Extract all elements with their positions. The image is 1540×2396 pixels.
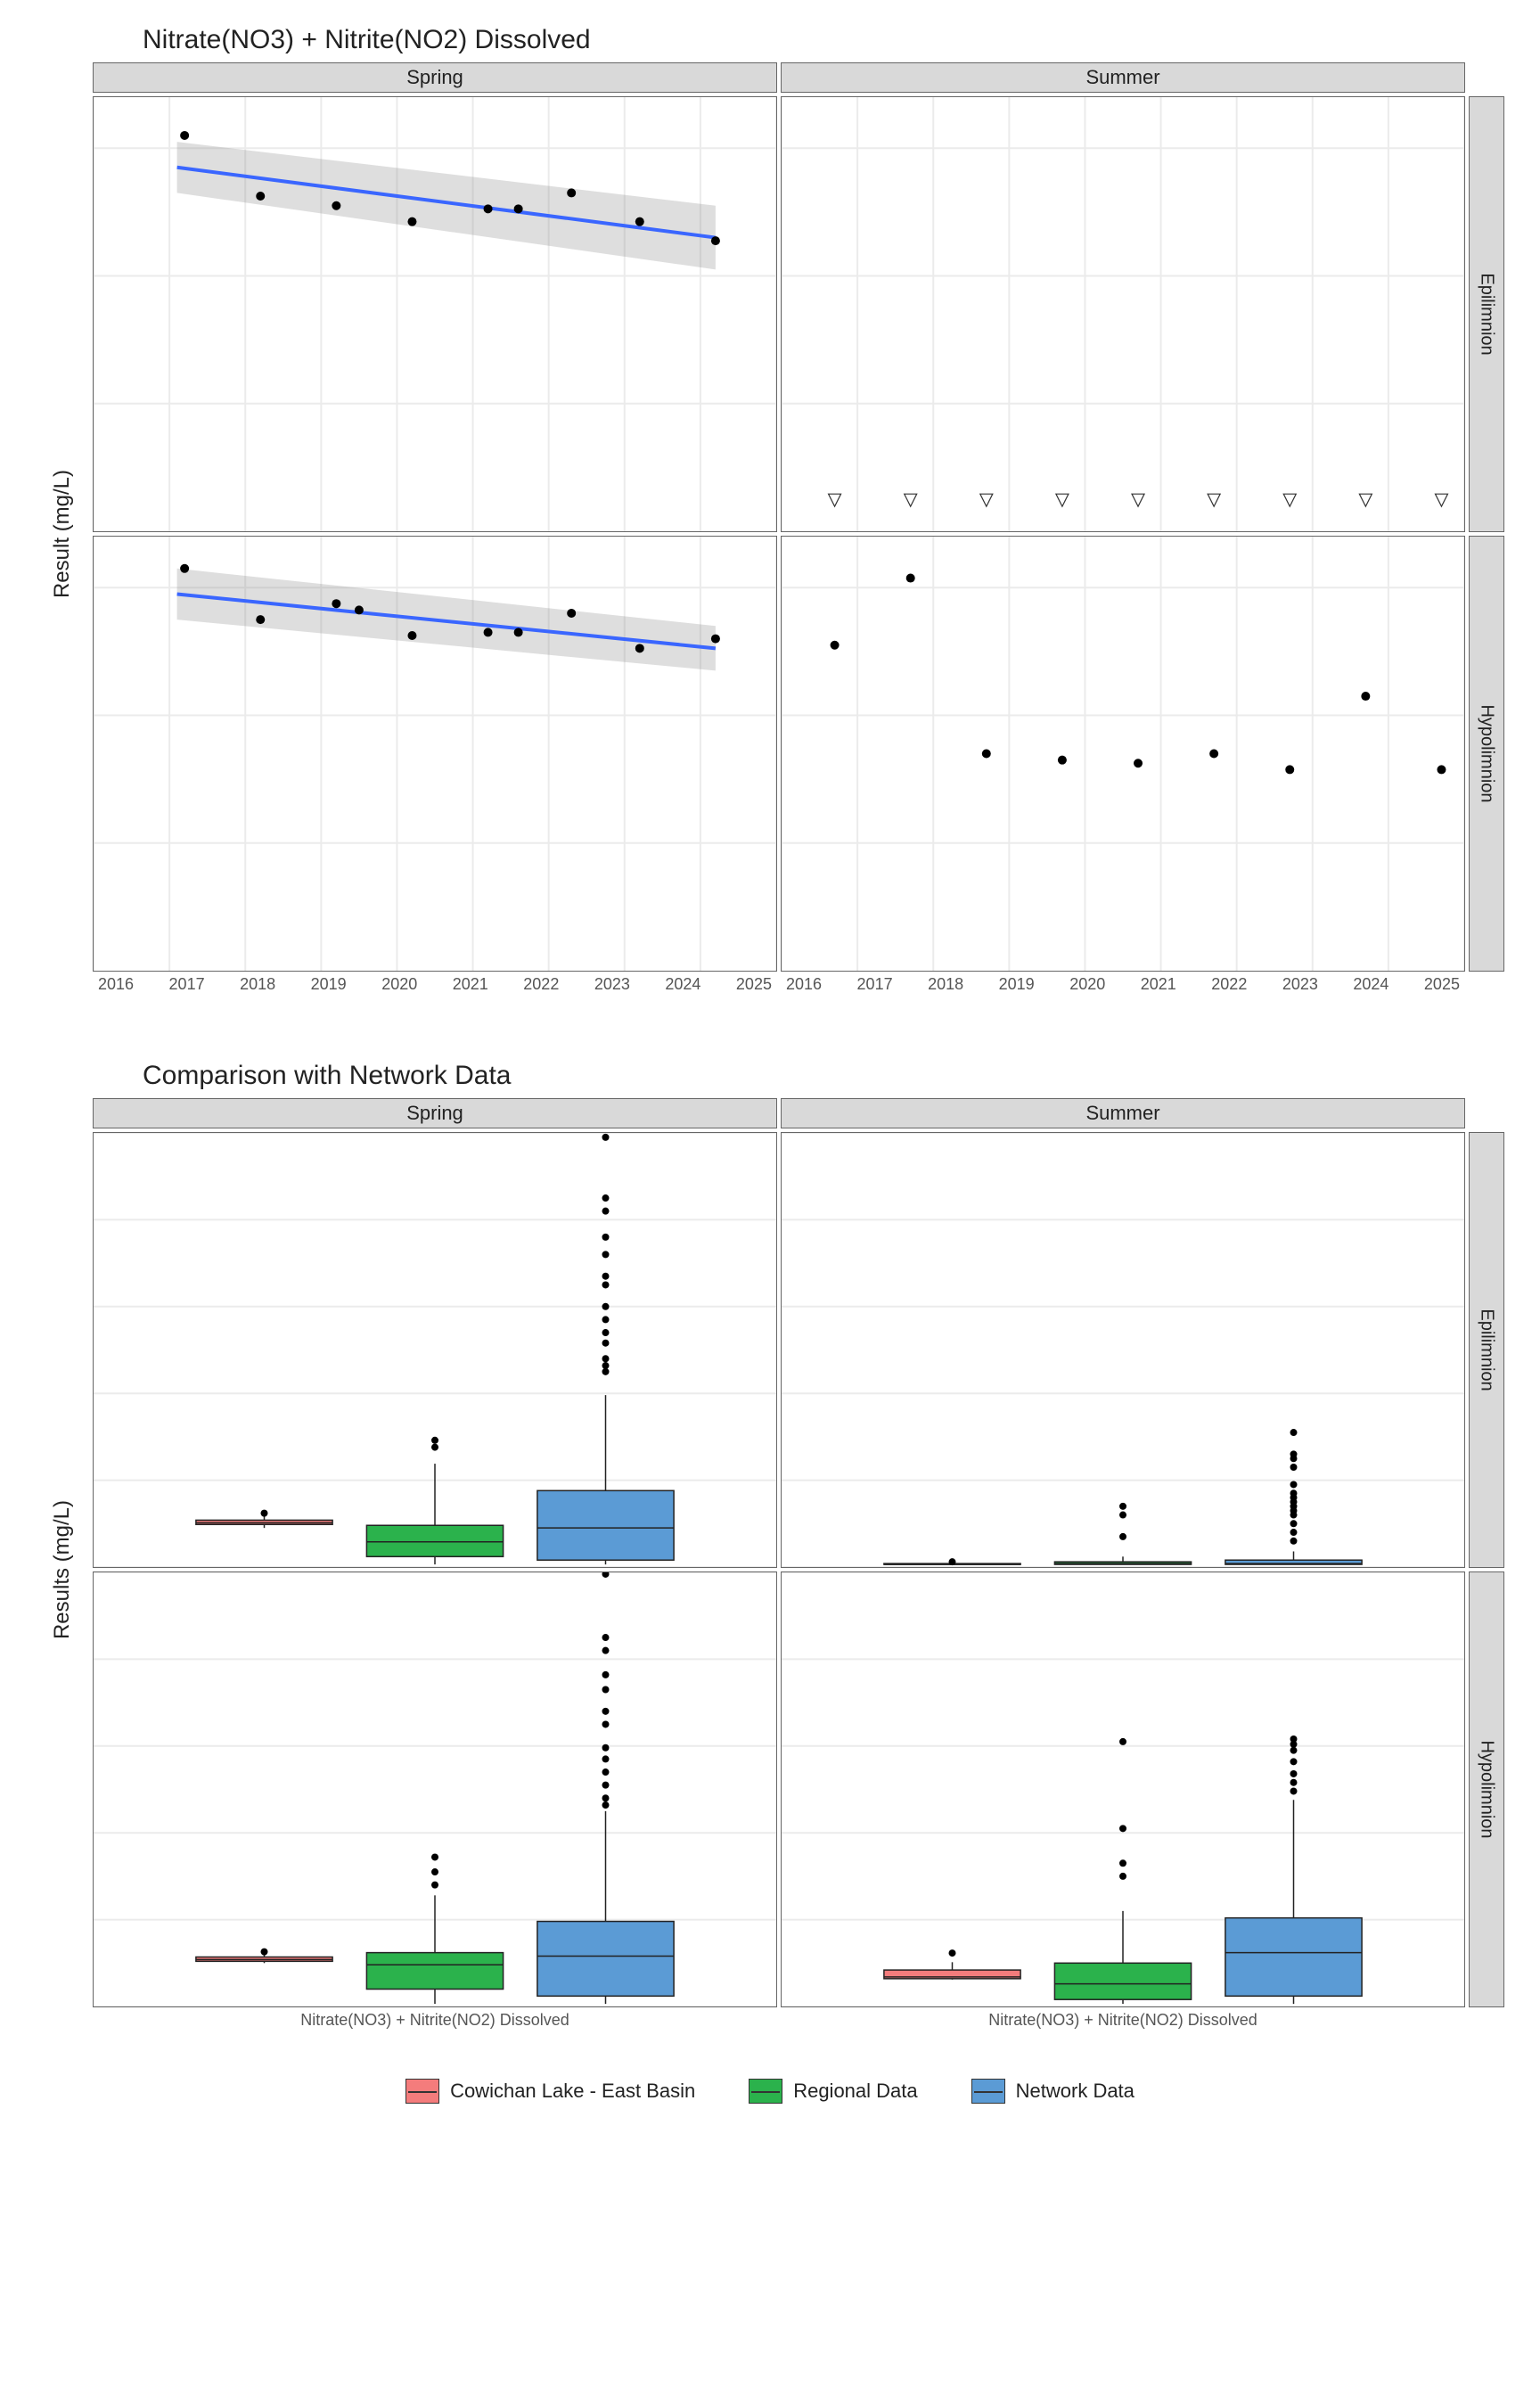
bot-panel-spring-epi: 0.5 0.4 0.3 0.2 0.1 0.0 — [93, 1132, 777, 1568]
legend-item-cowichan: Cowichan Lake - East Basin — [405, 2079, 695, 2104]
top-chart-title: Nitrate(NO3) + Nitrite(NO2) Dissolved — [143, 25, 1504, 55]
bot-xcat-1: Nitrate(NO3) + Nitrite(NO2) Dissolved — [988, 2011, 1257, 2043]
bot-panel-summer-epi — [781, 1132, 1465, 1568]
bot-panel-spring-hypo: 0.5 0.4 0.3 0.2 0.1 0.0 — [93, 1571, 777, 2007]
legend-label-network: Network Data — [1016, 2080, 1135, 2103]
legend-label-cowichan: Cowichan Lake - East Basin — [450, 2080, 695, 2103]
legend-key-cowichan — [405, 2079, 439, 2104]
top-xaxis: 2016201720182019202020212022202320242025… — [93, 975, 1465, 1007]
bottom-ylab: Results (mg/L) — [36, 1132, 89, 2007]
top-ylab: Result (mg/L) — [36, 96, 89, 972]
legend-item-network: Network Data — [971, 2079, 1135, 2104]
scatter-trend-chart: Nitrate(NO3) + Nitrite(NO2) Dissolved Re… — [36, 25, 1504, 1007]
legend-item-regional: Regional Data — [749, 2079, 917, 2104]
bot-row-strip-hypo: Hypolimnion — [1469, 1571, 1504, 2007]
top-panel-spring-epi: 0.06 0.04 0.02 — [93, 96, 777, 532]
legend-label-regional: Regional Data — [793, 2080, 917, 2103]
bot-xcat-0: Nitrate(NO3) + Nitrite(NO2) Dissolved — [300, 2011, 569, 2043]
bot-col-strip-spring: Spring — [93, 1098, 777, 1128]
top-panel-summer-epi — [781, 96, 1465, 532]
bot-row-strip-epi: Epilimnion — [1469, 1132, 1504, 1568]
bot-col-strip-summer: Summer — [781, 1098, 1465, 1128]
top-panel-summer-hypo — [781, 536, 1465, 972]
legend-key-regional — [749, 2079, 782, 2104]
bot-xaxis: Nitrate(NO3) + Nitrite(NO2) Dissolved Ni… — [93, 2011, 1465, 2043]
top-col-strip-summer: Summer — [781, 62, 1465, 93]
legend-key-network — [971, 2079, 1005, 2104]
top-row-strip-epi: Epilimnion — [1469, 96, 1504, 532]
boxplot-chart: Comparison with Network Data Results (mg… — [36, 1061, 1504, 2043]
bottom-chart-title: Comparison with Network Data — [143, 1061, 1504, 1091]
top-panel-spring-hypo: 0.06 0.04 0.02 — [93, 536, 777, 972]
bot-panel-summer-hypo — [781, 1571, 1465, 2007]
top-row-strip-hypo: Hypolimnion — [1469, 536, 1504, 972]
top-col-strip-spring: Spring — [93, 62, 777, 93]
legend: Cowichan Lake - East Basin Regional Data… — [36, 2079, 1504, 2104]
